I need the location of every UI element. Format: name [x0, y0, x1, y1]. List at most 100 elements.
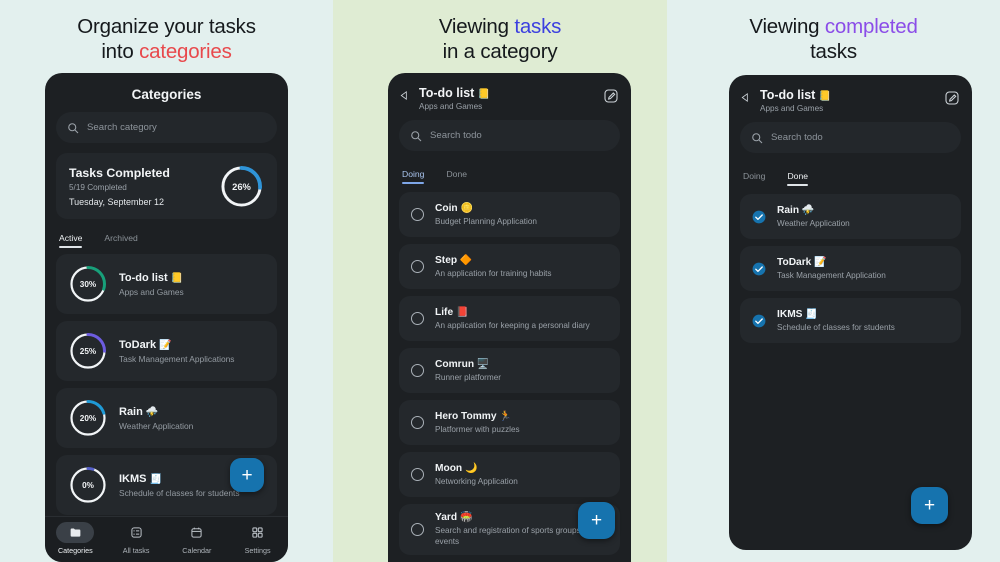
tab-active[interactable]: Active	[59, 233, 83, 248]
table-row[interactable]: Comrun 🖥️ Runner platformer	[399, 348, 620, 393]
add-task-button[interactable]: +	[911, 487, 948, 524]
task-subtitle: Runner platformer	[435, 372, 501, 382]
category-name-row: Rain ⛈️	[119, 406, 193, 418]
task-text: Coin 🪙 Budget Planning Application	[435, 203, 537, 227]
table-row[interactable]: Step 🔶 An application for training habit…	[399, 244, 620, 289]
tab-done[interactable]: Done	[446, 169, 467, 184]
panel1-headline-accent: categories	[139, 40, 232, 63]
list-item[interactable]: 25% ToDark 📝 Task Management Application…	[56, 321, 277, 381]
panel3-headline-plain: Viewing	[749, 15, 825, 38]
tasks-completed-title: Tasks Completed	[69, 165, 170, 180]
table-row[interactable]: IKMS 🧾 Schedule of classes for students	[740, 298, 961, 343]
table-row[interactable]: Moon 🌙 Networking Application	[399, 452, 620, 497]
category-subtitle: Schedule of classes for students	[119, 487, 240, 498]
tab-doing[interactable]: Doing	[743, 171, 765, 186]
table-row[interactable]: ToDark 📝 Task Management Application	[740, 246, 961, 291]
task-emoji: 🏃	[499, 410, 512, 422]
list-item[interactable]: 20% Rain ⛈️ Weather Application	[56, 388, 277, 448]
table-row[interactable]: Life 📕 An application for keeping a pers…	[399, 296, 620, 341]
task-checkbox[interactable]	[411, 468, 424, 481]
sidebar-item-calendar[interactable]: Calendar	[169, 522, 225, 555]
search-category-placeholder: Search category	[87, 122, 157, 133]
add-category-button[interactable]: +	[230, 458, 264, 492]
task-checkbox[interactable]	[411, 364, 424, 377]
list-item-text: ToDark 📝 Task Management Applications	[119, 339, 234, 364]
task-checkbox[interactable]	[411, 208, 424, 221]
promo-panel-tasks: Viewing tasks in a category To-do list 📒…	[333, 0, 667, 562]
sidebar-item-settings[interactable]: Settings	[230, 522, 286, 555]
task-name-row: IKMS 🧾	[777, 309, 895, 320]
category-name-row: ToDark 📝	[119, 339, 234, 351]
check-circle-icon[interactable]	[752, 314, 766, 328]
task-subtitle: Schedule of classes for students	[777, 322, 895, 332]
list-check-icon	[131, 527, 142, 538]
category-emoji: 📒	[818, 91, 832, 102]
task-text: Rain ⛈️ Weather Application	[777, 205, 850, 229]
panel2-headline: Viewing tasks in a category	[333, 0, 667, 64]
list-item-text: Rain ⛈️ Weather Application	[119, 406, 193, 431]
panel1-headline-line2: into categories	[0, 39, 333, 64]
task-name: Moon	[435, 462, 463, 474]
list-item-text: IKMS 🧾 Schedule of classes for students	[119, 473, 240, 498]
task-name: Rain	[777, 204, 800, 216]
task-name-row: Rain ⛈️	[777, 205, 850, 216]
task-name-row: Step 🔶	[435, 255, 552, 266]
list-item[interactable]: 30% To-do list 📒 Apps and Games	[56, 254, 277, 314]
tab-doing[interactable]: Doing	[402, 169, 425, 184]
category-subtitle: Apps and Games	[119, 286, 184, 297]
task-text: ToDark 📝 Task Management Application	[777, 257, 886, 281]
check-circle-icon[interactable]	[752, 262, 766, 276]
tab-done[interactable]: Done	[787, 171, 808, 186]
task-checkbox[interactable]	[411, 260, 424, 273]
category-percent-label: 25%	[79, 346, 97, 356]
search-category-input[interactable]: Search category	[56, 112, 277, 143]
table-row[interactable]: Hero Tommy 🏃 Platformer with puzzles	[399, 400, 620, 445]
table-row[interactable]: Coin 🪙 Budget Planning Application	[399, 192, 620, 237]
calendar-icon	[191, 527, 202, 538]
tasks-completed-count: 5/19 Completed	[69, 182, 127, 192]
folder-icon	[70, 528, 81, 537]
page-subtitle: Apps and Games	[419, 102, 483, 111]
task-checkbox[interactable]	[411, 523, 424, 536]
task-name-row: Life 📕	[435, 307, 590, 318]
category-emoji: 📒	[170, 272, 184, 284]
category-name: ToDark	[119, 338, 157, 351]
task-checkbox[interactable]	[411, 312, 424, 325]
category-tabs: Active Archived	[45, 225, 288, 248]
nav-icon-wrap	[117, 522, 155, 543]
sidebar-item-categories[interactable]: Categories	[47, 522, 103, 555]
category-header: To-do list 📒 Apps and Games	[729, 75, 972, 122]
sidebar-item-all-tasks[interactable]: All tasks	[108, 522, 164, 555]
task-name: Coin	[435, 202, 458, 214]
edit-pencil-icon[interactable]	[944, 90, 960, 106]
category-emoji: 📝	[159, 339, 172, 351]
search-todo-input[interactable]: Search todo	[740, 122, 961, 153]
panel3-headline-line1: Viewing completed	[667, 14, 1000, 39]
nav-icon-wrap	[56, 522, 95, 543]
table-row[interactable]: Rain ⛈️ Weather Application	[740, 194, 961, 239]
task-checkbox[interactable]	[411, 416, 424, 429]
check-circle-icon[interactable]	[752, 210, 766, 224]
search-todo-input[interactable]: Search todo	[399, 120, 620, 151]
task-tabs: Doing Done	[388, 161, 631, 184]
page-subtitle: Apps and Games	[760, 104, 824, 113]
task-subtitle: Weather Application	[777, 218, 850, 228]
back-arrow-icon[interactable]	[399, 90, 410, 101]
task-subtitle: An application for keeping a personal di…	[435, 320, 590, 330]
task-emoji: 🔶	[459, 254, 473, 266]
panel2-headline-line2: in a category	[442, 40, 558, 63]
tab-archived[interactable]: Archived	[104, 233, 137, 248]
sidebar-item-label: Settings	[244, 546, 271, 555]
page-title: Categories	[131, 87, 202, 102]
task-list: Rain ⛈️ Weather Application ToDark 📝 Tas…	[729, 186, 972, 343]
tasks-completed-card[interactable]: Tasks Completed 5/19 Completed Tuesday, …	[56, 153, 277, 219]
promo-panel-categories: Organize your tasks into categories Cate…	[0, 0, 333, 562]
task-name-row: ToDark 📝	[777, 257, 886, 268]
edit-pencil-icon[interactable]	[603, 88, 619, 104]
nav-icon-wrap	[178, 522, 216, 543]
category-percent-label: 30%	[79, 279, 97, 289]
back-arrow-icon[interactable]	[740, 92, 751, 103]
task-name-row: Moon 🌙	[435, 463, 518, 474]
category-name: Rain	[119, 405, 143, 418]
add-task-button[interactable]: +	[578, 502, 615, 539]
